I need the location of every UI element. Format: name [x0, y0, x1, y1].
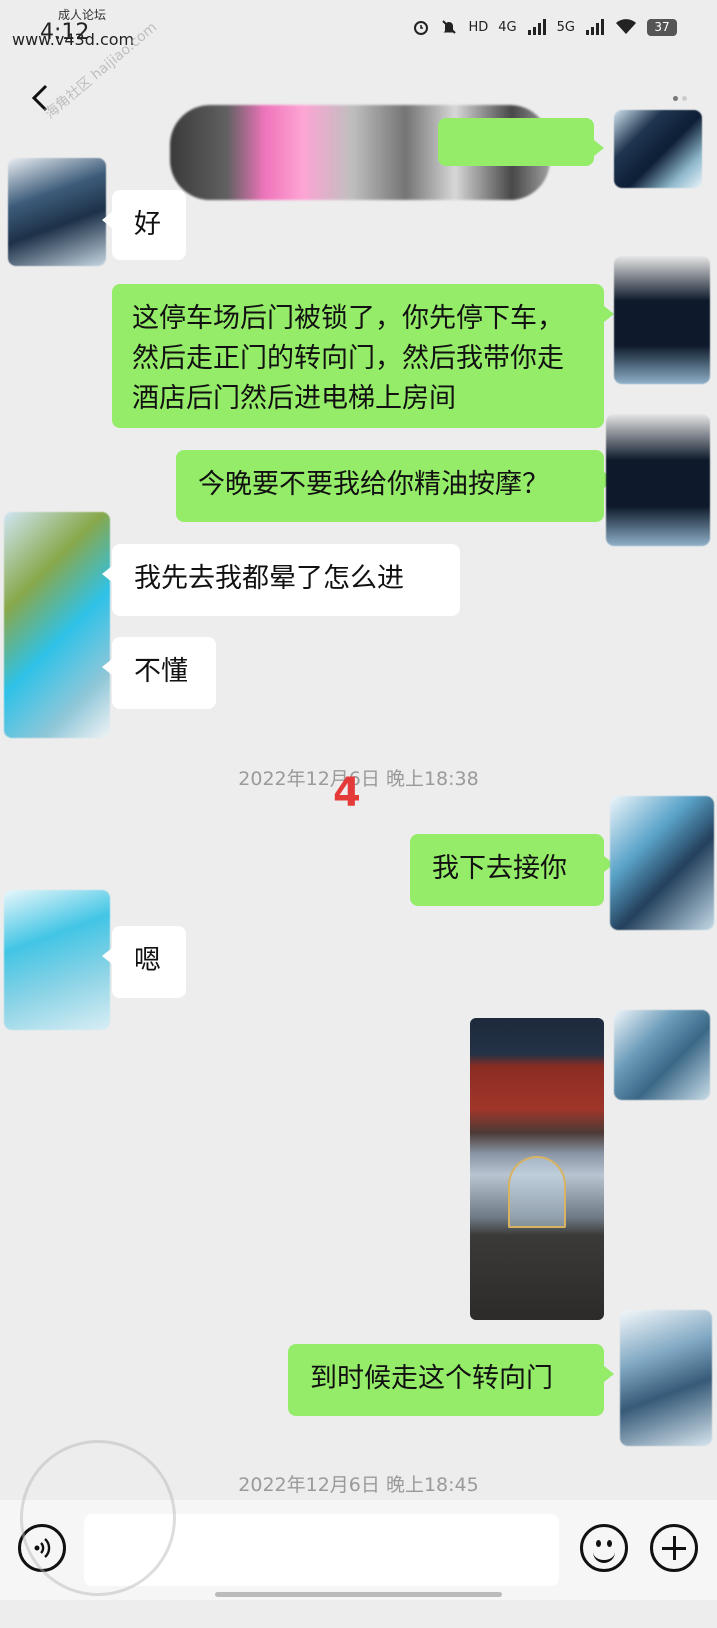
message-bubble-outgoing: 到时候走这个转向门	[288, 1344, 614, 1416]
network-hd: HD	[468, 19, 489, 35]
more-dots-icon[interactable]	[673, 96, 687, 101]
mute-icon	[440, 18, 458, 36]
plus-icon[interactable]	[650, 1524, 698, 1572]
alarm-icon	[412, 18, 430, 36]
signal-icon	[585, 19, 605, 35]
revolving-door-graphic	[508, 1156, 566, 1228]
avatar-self[interactable]	[610, 796, 714, 930]
status-icons: HD 4G 5G 37	[412, 18, 677, 36]
signal-icon	[527, 19, 547, 35]
message-bubble-incoming: 好	[102, 190, 186, 260]
avatar-self[interactable]	[614, 1010, 710, 1100]
message-bubble-outgoing: 我下去接你	[410, 834, 614, 906]
avatar-self[interactable]	[614, 110, 702, 188]
avatar-contact[interactable]	[4, 512, 110, 738]
wifi-icon	[615, 19, 637, 35]
avatar-contact[interactable]	[8, 158, 106, 266]
watermark-top: 成人论坛	[58, 8, 107, 22]
message-input[interactable]	[84, 1514, 559, 1586]
voice-button[interactable]	[18, 1524, 66, 1572]
voice-icon	[34, 1538, 51, 1558]
avatar-self[interactable]	[620, 1310, 712, 1446]
message-bubble-partial	[438, 118, 604, 166]
network-4g: 4G	[498, 19, 517, 35]
message-bubble-outgoing: 这停车场后门被锁了，你先停下车，然后走正门的转向门，然后我带你走酒店后门然后进电…	[112, 284, 614, 428]
emoji-button[interactable]	[580, 1524, 628, 1572]
message-bubble-incoming: 我先去我都晕了怎么进	[102, 544, 460, 616]
chat-input-bar	[0, 1500, 717, 1600]
message-bubble-outgoing: 今晚要不要我给你精油按摩？	[176, 450, 614, 522]
avatar-self[interactable]	[614, 256, 710, 384]
chat-timestamp: 2022年12月6日 晚上18:45	[238, 1474, 479, 1496]
message-bubble-incoming: 不懂	[102, 637, 216, 709]
avatar-contact[interactable]	[4, 890, 110, 1030]
annotation-mark: 4	[333, 770, 361, 816]
avatar-self[interactable]	[606, 414, 710, 546]
emoji-icon	[596, 1540, 601, 1547]
battery-indicator: 37	[647, 18, 677, 36]
home-indicator	[215, 1592, 502, 1597]
message-bubble-incoming: 嗯	[102, 926, 186, 998]
network-5g: 5G	[556, 19, 575, 35]
image-message-revolving-door[interactable]	[470, 1018, 604, 1320]
